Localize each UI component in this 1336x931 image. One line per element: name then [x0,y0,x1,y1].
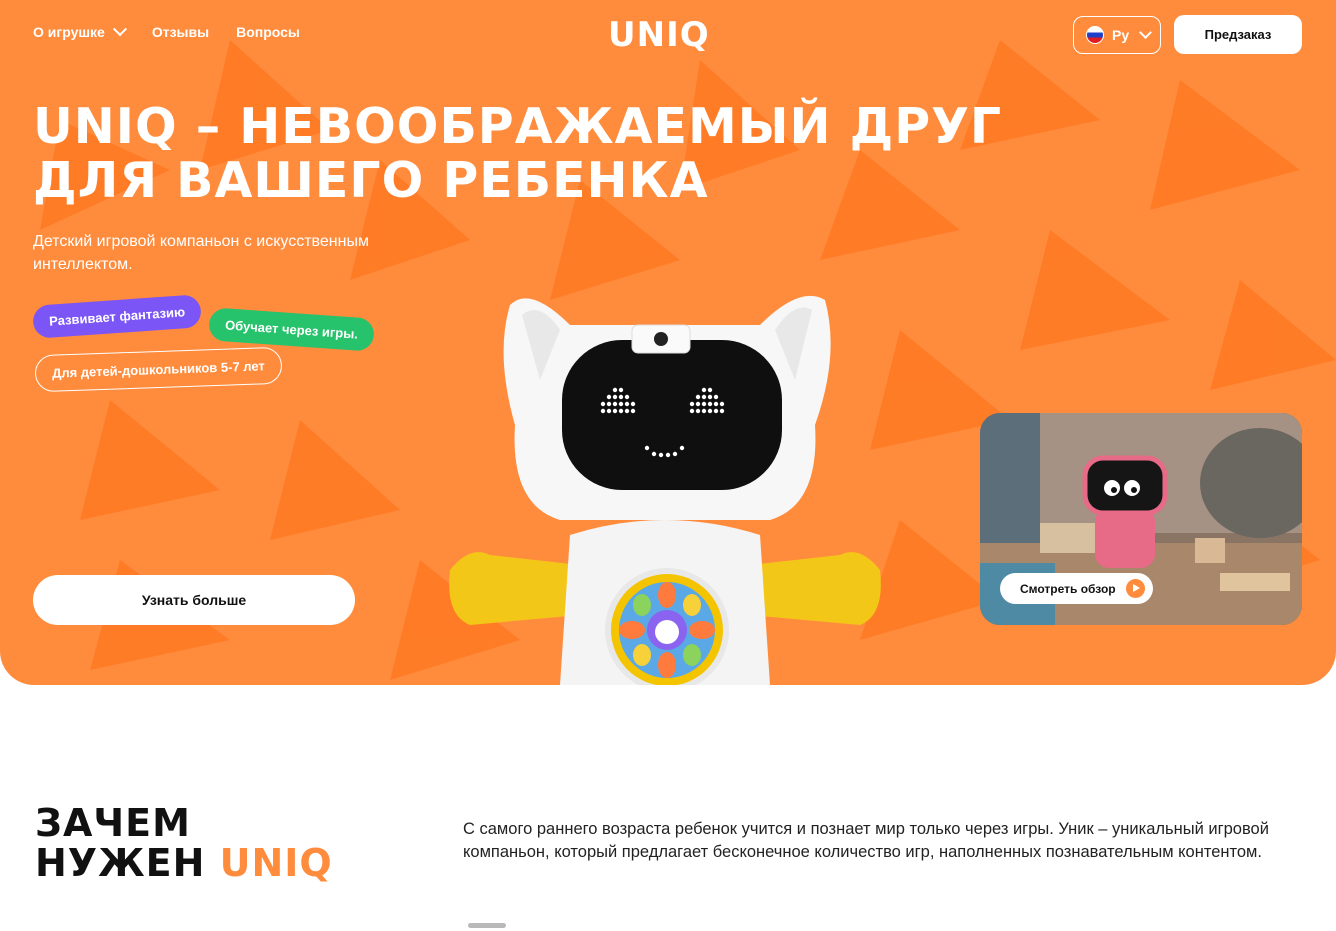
why-section-title: ЗАЧЕМ НУЖЕН UNIQ [35,803,333,883]
play-icon [1125,579,1145,598]
carousel-indicator[interactable] [468,923,506,928]
nav-about-dropdown[interactable]: О игрушке [33,22,127,40]
hero-section: О игрушке Отзывы Вопросы UNIQ Ру Предзак… [0,0,1336,685]
hero-title-line2: ДЛЯ ВАШЕГО РЕБЕНКА [33,152,709,209]
top-nav: О игрушке Отзывы Вопросы [33,22,300,40]
nav-reviews-link[interactable]: Отзывы [152,24,209,40]
preorder-button[interactable]: Предзаказ [1174,15,1302,54]
watch-review-label: Смотреть обзор [1020,581,1116,596]
why-title-line2: НУЖЕН UNIQ [35,843,333,883]
language-label: Ру [1112,27,1130,43]
why-title-accent: UNIQ [219,841,333,885]
hero-title: UNIQ – НЕВООБРАЖАЕМЫЙ ДРУГ ДЛЯ ВАШЕГО РЕ… [33,100,1133,208]
chevron-down-icon [112,22,127,37]
watch-review-button[interactable]: Смотреть обзор [1000,573,1153,604]
hero-subtitle: Детский игровой компаньон с искусственны… [33,233,369,273]
robot-image [449,295,881,685]
learn-more-button[interactable]: Узнать больше [33,575,355,625]
nav-faq-link[interactable]: Вопросы [236,24,300,40]
why-title-line1: ЗАЧЕМ [35,801,191,845]
russia-flag-icon [1086,26,1104,44]
hero-title-line1: UNIQ – НЕВООБРАЖАЕМЫЙ ДРУГ [33,98,1003,155]
chevron-down-icon [1139,25,1152,39]
logo[interactable]: UNIQ [608,15,710,55]
why-title-prefix: НУЖЕН [35,841,220,885]
why-section-text: С самого раннего возраста ребенок учится… [463,820,1269,861]
language-selector[interactable]: Ру [1073,16,1161,54]
nav-about-label: О игрушке [33,24,105,40]
